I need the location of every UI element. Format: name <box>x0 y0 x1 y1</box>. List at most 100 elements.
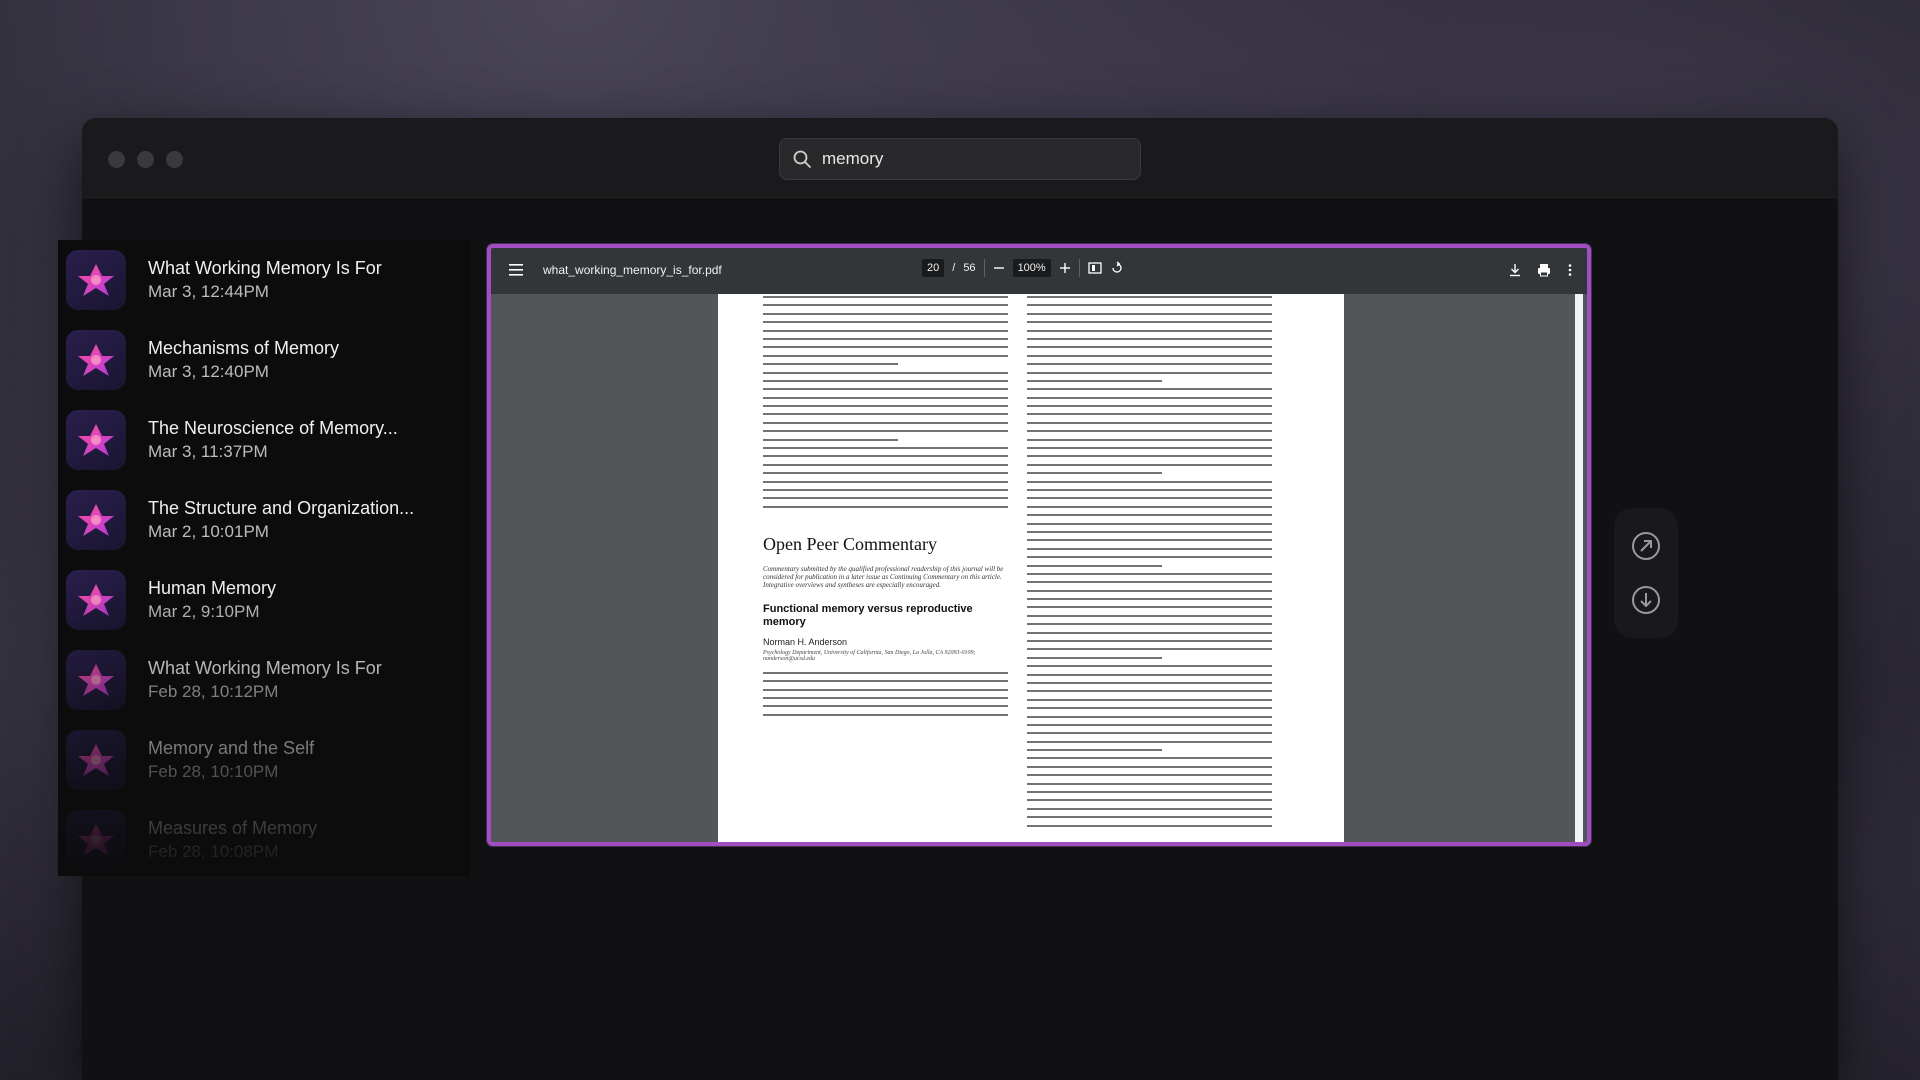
result-item[interactable]: What Working Memory Is For Mar 3, 12:44PM <box>58 240 470 320</box>
author-affiliation: Psychology Department, University of Cal… <box>763 649 976 662</box>
result-item[interactable]: Mechanisms of Memory Mar 3, 12:40PM <box>58 320 470 400</box>
text-line <box>763 680 1008 683</box>
text-line <box>1027 581 1272 584</box>
result-date: Feb 28, 10:12PM <box>148 682 279 701</box>
text-line <box>763 438 898 441</box>
text-line <box>1027 304 1272 307</box>
document-logo-icon <box>66 250 126 310</box>
zoom-in-icon[interactable] <box>1059 262 1071 274</box>
text-line <box>1027 723 1272 726</box>
text-line <box>1027 363 1272 366</box>
text-line <box>763 421 1008 424</box>
text-line <box>763 688 1008 691</box>
text-line <box>763 321 1008 324</box>
result-date: Mar 3, 12:44PM <box>148 282 269 301</box>
text-line <box>1027 614 1272 617</box>
text-line <box>1027 589 1272 592</box>
result-title: Measures of Memory <box>148 818 318 838</box>
text-line <box>1027 505 1272 508</box>
close-window-button[interactable] <box>108 151 125 168</box>
text-line <box>763 405 1008 408</box>
fit-page-icon[interactable] <box>1088 261 1102 275</box>
search-input[interactable] <box>822 149 1122 169</box>
text-line <box>763 304 1008 307</box>
text-line <box>1027 514 1272 517</box>
text-line <box>1027 824 1272 827</box>
print-icon[interactable] <box>1537 263 1551 277</box>
download-circle-icon[interactable] <box>1630 584 1662 616</box>
text-line <box>1027 522 1272 525</box>
rotate-icon[interactable] <box>1110 261 1124 275</box>
text-line <box>1027 447 1272 450</box>
commentary-note: Commentary submitted by the qualified pr… <box>763 564 1004 589</box>
text-line <box>763 430 1008 433</box>
text-line <box>1027 480 1272 483</box>
text-line <box>1027 371 1272 374</box>
text-line <box>1027 564 1162 567</box>
text-line <box>1027 640 1272 643</box>
text-line <box>763 696 1008 699</box>
result-text: The Structure and Organization... Mar 2, … <box>148 496 414 544</box>
text-line <box>763 497 1008 500</box>
pdf-scrollbar[interactable] <box>1575 294 1583 842</box>
zoom-out-icon[interactable] <box>993 262 1005 274</box>
text-line <box>1027 497 1272 500</box>
result-date: Feb 28, 10:10PM <box>148 762 279 781</box>
search-bar[interactable] <box>779 138 1141 180</box>
text-line <box>1027 438 1272 441</box>
result-text: Memory and the Self Feb 28, 10:10PM <box>148 736 314 784</box>
maximize-window-button[interactable] <box>166 151 183 168</box>
text-line <box>1027 648 1272 651</box>
result-item[interactable]: What Working Memory Is For Feb 28, 10:12P… <box>58 640 470 720</box>
pdf-filename: what_working_memory_is_for.pdf <box>543 263 722 277</box>
result-item[interactable]: The Neuroscience of Memory... Mar 3, 11:3… <box>58 400 470 480</box>
download-icon[interactable] <box>1509 263 1521 277</box>
more-vertical-icon[interactable] <box>1567 263 1573 277</box>
text-line <box>1027 606 1272 609</box>
pdf-actions <box>1509 263 1573 277</box>
pdf-viewer[interactable]: what_working_memory_is_for.pdf 20 / 56 1… <box>487 244 1591 846</box>
document-logo-icon <box>66 730 126 790</box>
side-controls <box>1614 508 1678 638</box>
text-line <box>763 379 1008 382</box>
page-number-input[interactable]: 20 <box>922 259 945 277</box>
results-list: What Working Memory Is For Mar 3, 12:44PM… <box>58 240 470 876</box>
result-title: What Working Memory Is For <box>148 658 382 678</box>
result-text: What Working Memory Is For Mar 3, 12:44PM <box>148 256 382 304</box>
text-line <box>1027 312 1272 315</box>
text-line <box>1027 673 1272 676</box>
result-title: Human Memory <box>148 578 277 598</box>
text-line <box>1027 337 1272 340</box>
text-line <box>1027 715 1272 718</box>
text-line <box>1027 388 1272 391</box>
result-item[interactable]: Measures of Memory Feb 28, 10:08PM <box>58 800 470 876</box>
text-lines <box>1027 294 1272 827</box>
pdf-toolbar: what_working_memory_is_for.pdf 20 / 56 1… <box>491 248 1587 294</box>
text-line <box>1027 572 1272 575</box>
text-line <box>1027 623 1272 626</box>
minimize-window-button[interactable] <box>137 151 154 168</box>
text-line <box>1027 488 1272 491</box>
text-line <box>763 713 1008 716</box>
result-date: Mar 2, 9:10PM <box>148 602 260 621</box>
menu-icon[interactable] <box>509 263 525 277</box>
text-line <box>1027 732 1272 735</box>
open-external-icon[interactable] <box>1630 530 1662 562</box>
result-date: Mar 3, 12:40PM <box>148 362 269 381</box>
text-line <box>763 388 1008 391</box>
result-text: Human Memory Mar 2, 9:10PM <box>148 576 276 624</box>
text-line <box>1027 472 1162 475</box>
result-title: The Structure and Organization... <box>148 498 415 518</box>
text-line <box>763 505 1008 508</box>
text-line <box>763 671 1008 674</box>
page-total: 56 <box>963 262 976 274</box>
text-line <box>1027 346 1272 349</box>
result-item[interactable]: Human Memory Mar 2, 9:10PM <box>58 560 470 640</box>
result-item[interactable]: Memory and the Self Feb 28, 10:10PM <box>58 720 470 800</box>
result-item[interactable]: The Structure and Organization... Mar 2, … <box>58 480 470 560</box>
text-line <box>1027 631 1272 634</box>
text-line <box>1027 690 1272 693</box>
pdf-page: Open Peer Commentary Commentary submitte… <box>718 294 1344 842</box>
zoom-level[interactable]: 100% <box>1012 259 1051 277</box>
page-column-right <box>1027 294 1272 833</box>
